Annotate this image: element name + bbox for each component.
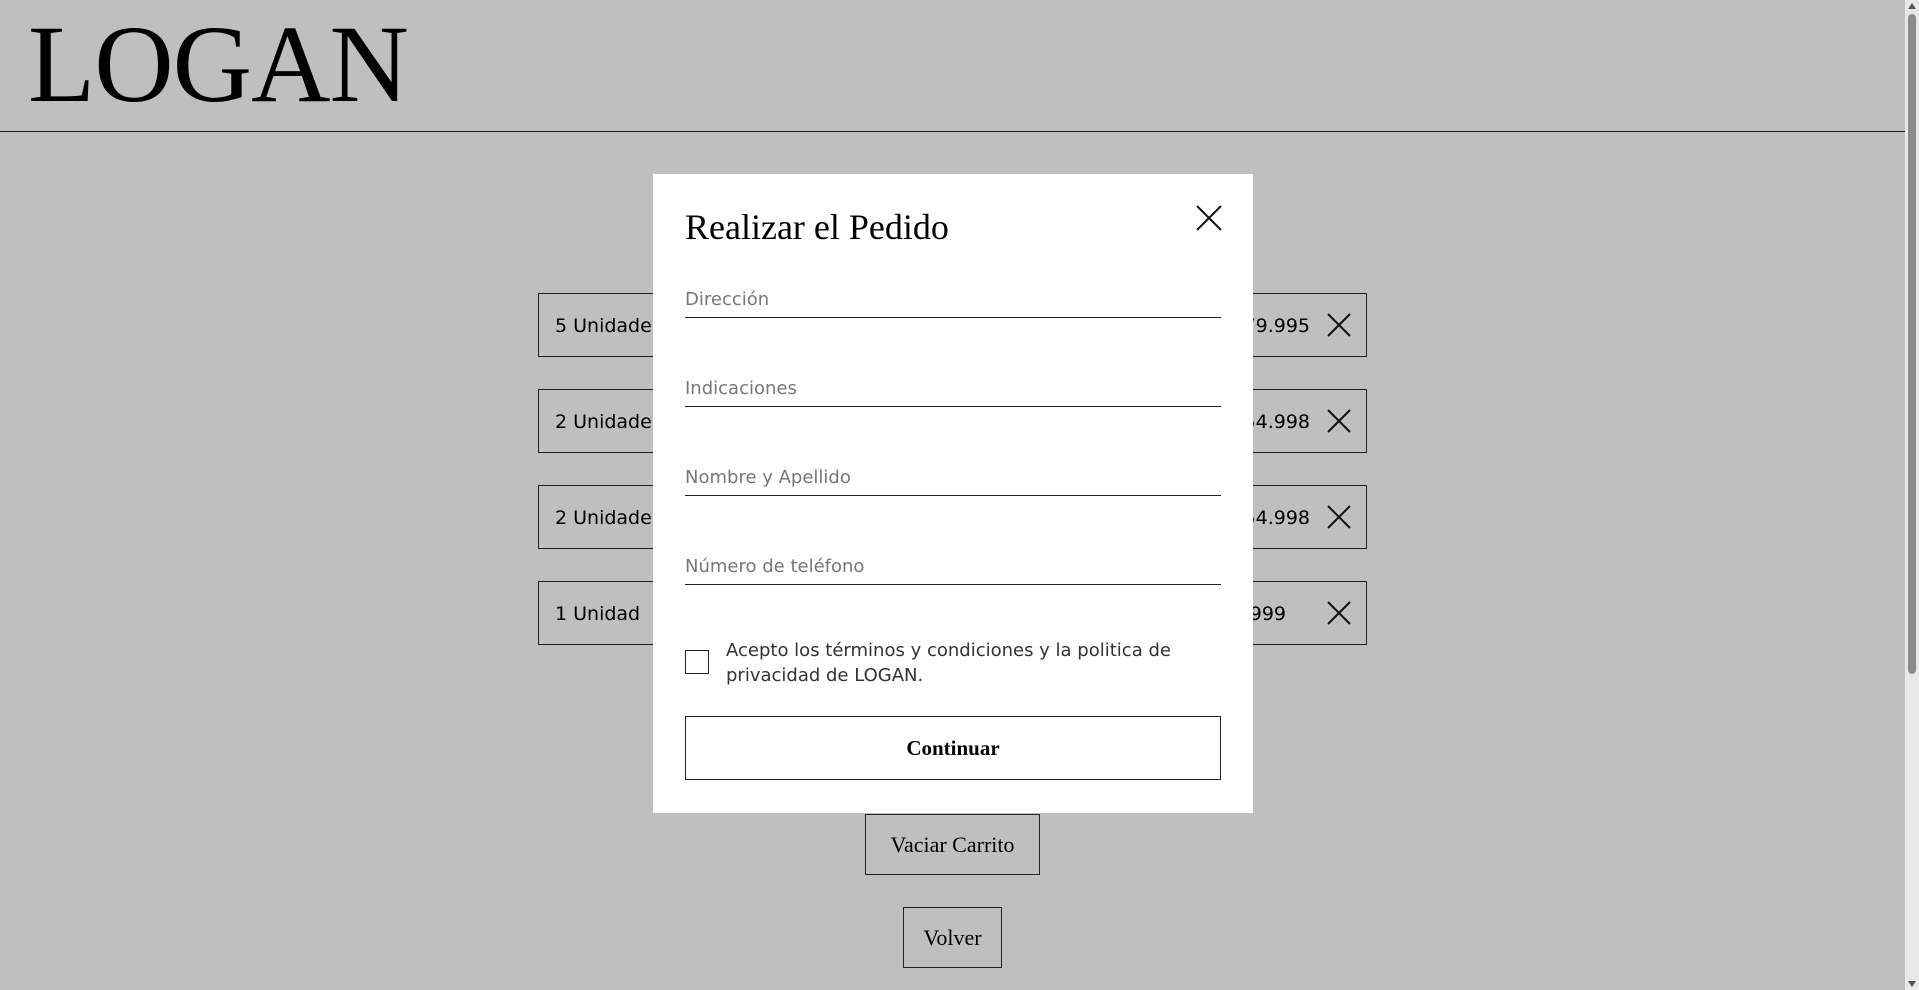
continue-button[interactable]: Continuar: [685, 716, 1221, 780]
empty-cart-button[interactable]: Vaciar Carrito: [865, 814, 1040, 875]
remove-item-icon[interactable]: [1326, 408, 1352, 434]
cart-item-quantity: 5 Unidade: [555, 315, 652, 337]
cart-item-price: 999: [1249, 603, 1286, 625]
address-field-wrapper: [685, 282, 1221, 318]
terms-row: Acepto los términos y condiciones y la p…: [685, 638, 1221, 688]
cart-item-price: 54.998: [1243, 507, 1310, 529]
cart-item-quantity: 1 Unidad: [555, 603, 641, 625]
page-scrollbar[interactable]: [1905, 0, 1919, 990]
terms-label: Acepto los términos y condiciones y la p…: [726, 640, 1171, 686]
cart-item-price: 54.998: [1243, 411, 1310, 433]
phone-field-wrapper: [685, 549, 1221, 585]
scrollbar-thumb[interactable]: [1908, 14, 1916, 674]
order-modal: Realizar el Pedido Acepto los términos y…: [653, 174, 1253, 813]
remove-item-icon[interactable]: [1326, 600, 1352, 626]
name-field-wrapper: [685, 460, 1221, 496]
terms-checkbox[interactable]: [685, 650, 709, 674]
cart-item-price: 79.995: [1243, 315, 1310, 337]
logo[interactable]: LOGAN: [28, 4, 409, 125]
phone-input[interactable]: [685, 549, 1221, 584]
address-input[interactable]: [685, 282, 1221, 317]
directions-input[interactable]: [685, 371, 1221, 406]
cart-item-quantity: 2 Unidade: [555, 507, 652, 529]
full-name-input[interactable]: [685, 460, 1221, 495]
close-icon[interactable]: [1195, 204, 1223, 232]
scroll-up-arrow-icon[interactable]: [1908, 3, 1916, 9]
cart-item-quantity: 2 Unidade: [555, 411, 652, 433]
modal-title: Realizar el Pedido: [685, 207, 949, 247]
site-header: LOGAN: [0, 0, 1905, 132]
back-button[interactable]: Volver: [903, 907, 1002, 968]
scroll-down-arrow-icon[interactable]: [1908, 981, 1916, 987]
remove-item-icon[interactable]: [1326, 504, 1352, 530]
remove-item-icon[interactable]: [1326, 312, 1352, 338]
directions-field-wrapper: [685, 371, 1221, 407]
